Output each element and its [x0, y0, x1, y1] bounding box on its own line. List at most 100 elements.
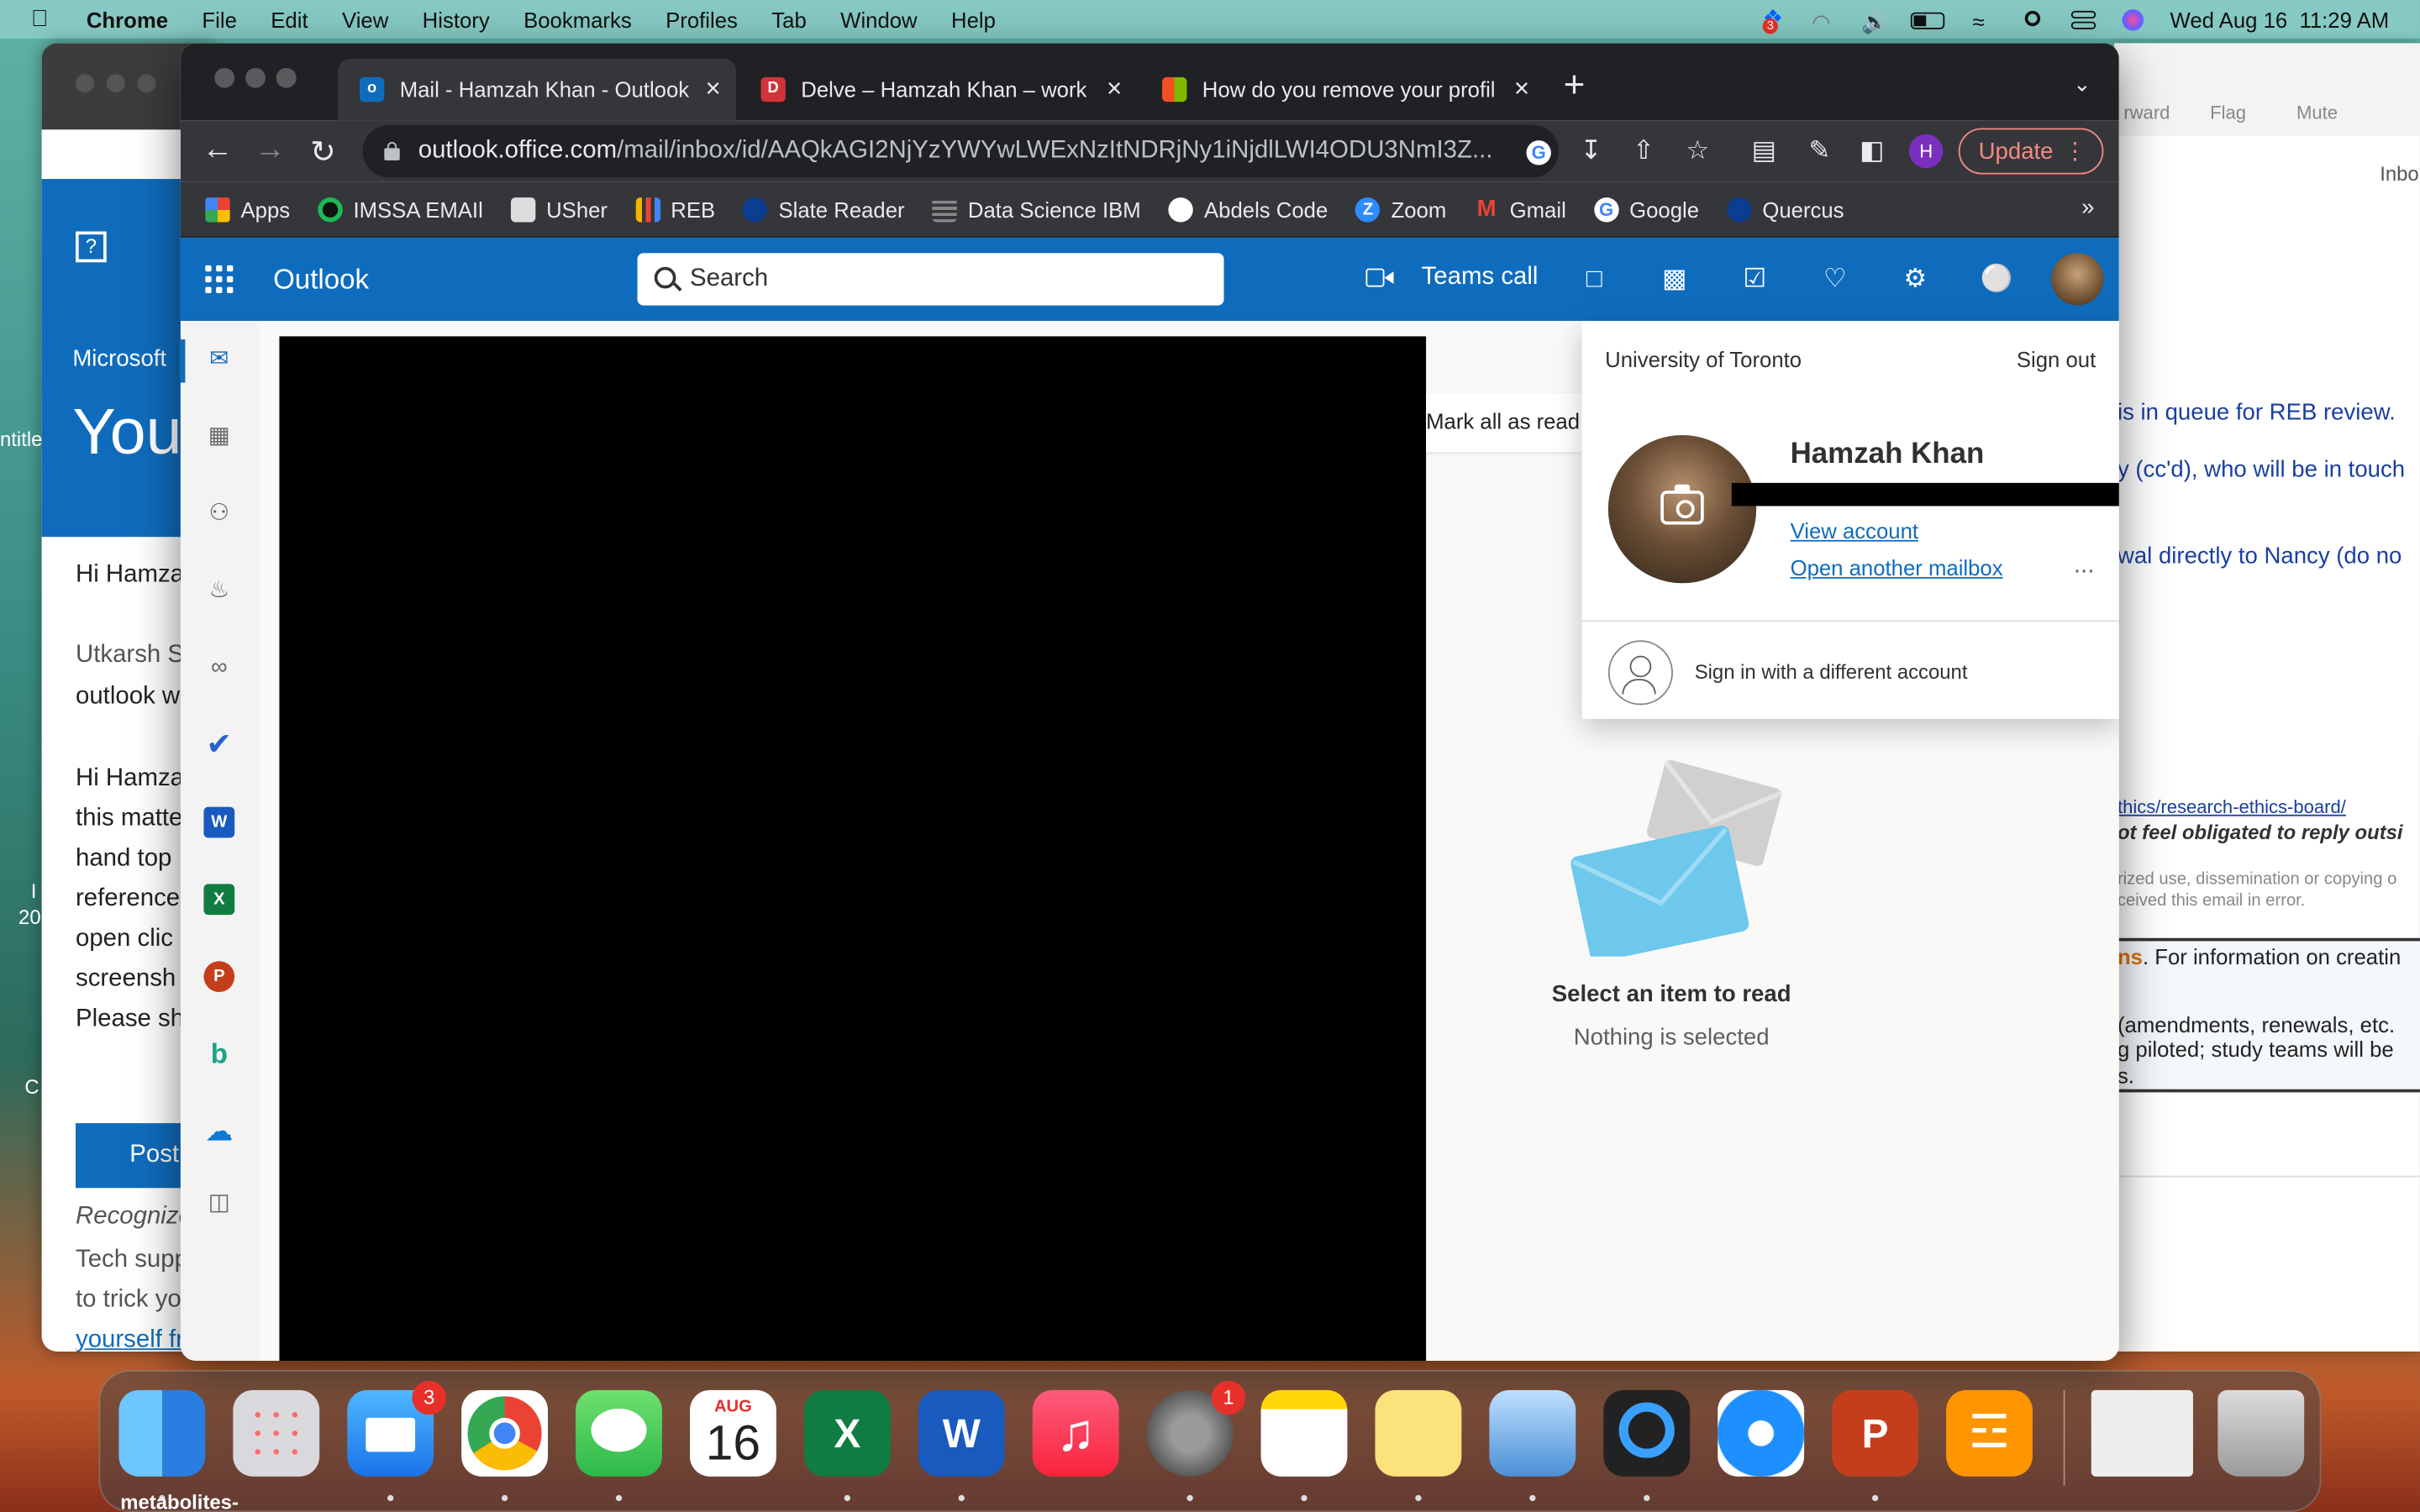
tab-delve[interactable]: D Delve – Hamzah Khan – work × [739, 59, 1138, 120]
menubar-clock[interactable]: Wed Aug 16 11:29 AM [2170, 7, 2390, 31]
bookings-icon[interactable]: b [203, 1038, 234, 1069]
teams-icon[interactable]: ▩ [1659, 264, 1690, 295]
bookmark-quercus[interactable]: Quercus [1727, 197, 1844, 222]
tab-outlook-mail[interactable]: o Mail - Hamzah Khan - Outlook × [338, 58, 737, 121]
launchpad-icon[interactable] [233, 1389, 320, 1477]
new-tab-icon[interactable]: + [1564, 65, 1586, 108]
desktop-label[interactable]: 20 [18, 906, 41, 929]
powerpoint-app-icon[interactable]: P [1832, 1389, 1919, 1477]
todo-check-icon[interactable]: ✔ [203, 730, 234, 761]
tab-search-chevron-icon[interactable]: ⌄ [2073, 71, 2091, 97]
desktop-label[interactable]: I [31, 879, 37, 903]
spotlight-icon[interactable] [2022, 8, 2049, 30]
finder-icon[interactable] [118, 1389, 206, 1477]
volume-icon[interactable]: 🔊 [1861, 8, 1889, 33]
side-panel-icon[interactable]: ◧ [1857, 136, 1888, 167]
dropbox-icon[interactable]: ❖3 [1762, 7, 1791, 34]
calendar-app-icon[interactable]: AUG 16 [690, 1389, 776, 1477]
menu-tab[interactable]: Tab [771, 7, 806, 31]
system-settings-gear-icon[interactable]: 1 [1146, 1380, 1246, 1477]
safari-compass-icon[interactable] [1718, 1389, 1805, 1477]
search-input[interactable]: Search [637, 253, 1224, 306]
more-options-ellipsis-icon[interactable]: ... [2074, 553, 2095, 580]
apple-menu-icon[interactable]:  [31, 6, 55, 31]
app-launcher-waffle-icon[interactable] [205, 265, 234, 293]
music-icon[interactable]: ♫ [1032, 1389, 1119, 1477]
zoom-window-button[interactable] [276, 67, 297, 88]
spreadsheet-window-thumbnail[interactable] [2091, 1389, 2193, 1477]
messages-icon[interactable] [576, 1389, 662, 1477]
chrome-profile-avatar[interactable]: H [1908, 134, 1944, 169]
notifications-bell-icon[interactable]: ♡ [1819, 264, 1850, 295]
chrome-app-icon[interactable] [461, 1389, 549, 1477]
excel-icon[interactable]: X [203, 884, 235, 916]
onedrive-cloud-icon[interactable]: ☁ [203, 1116, 234, 1147]
my-day-icon[interactable]: ☑ [1739, 264, 1770, 295]
mail-icon[interactable]: ✉ [203, 344, 234, 375]
bookmark-reb[interactable]: REB [635, 197, 715, 222]
add-account-person-icon[interactable] [1607, 640, 1673, 706]
bookmark-abdels-code[interactable]: Abdels Code [1168, 197, 1328, 222]
groups-icon[interactable]: ♨ [203, 575, 234, 606]
address-bar[interactable]: outlook.office.com/mail/inbox/id/AAQkAGI… [362, 124, 1560, 178]
menu-window[interactable]: Window [840, 7, 917, 31]
chrome-menu-icon[interactable]: ⋮ [2064, 137, 2087, 165]
close-tab-icon[interactable]: × [1514, 74, 1529, 105]
desktop-label[interactable]: ntitle [0, 428, 42, 451]
sign-out-link[interactable]: Sign out [2017, 347, 2096, 371]
bookmark-gmail[interactable]: M Gmail [1474, 196, 1566, 221]
tab-remove-profile[interactable]: How do you remove your profil × [1140, 59, 1544, 120]
bookmark-star-icon[interactable]: ☆ [1682, 136, 1713, 167]
menu-file[interactable]: File [202, 7, 236, 31]
extensions-puzzle-icon[interactable]: ✎ [1804, 136, 1835, 167]
mute-button[interactable]: Mute [2296, 102, 2338, 123]
mail-app-icon[interactable]: 3 [347, 1380, 446, 1477]
bookmark-slate-reader[interactable]: Slate Reader [743, 197, 905, 222]
stickies-icon[interactable] [1375, 1389, 1462, 1477]
excel-app-icon[interactable]: X [803, 1389, 891, 1477]
wifi-icon[interactable]: ≈ [1972, 8, 2000, 33]
bookmark-usher[interactable]: USher [510, 197, 608, 222]
bookmark-imssa[interactable]: IMSSA EMAIl [318, 197, 483, 222]
sign-in-different-account-link[interactable]: Sign in with a different account [1695, 660, 1968, 684]
desktop-file-label[interactable]: metabolites- [120, 1490, 239, 1512]
people-icon[interactable]: ⚇ [203, 498, 234, 529]
bookmark-zoom[interactable]: Z Zoom [1355, 197, 1446, 222]
yourself-link[interactable]: yourself fr [76, 1327, 184, 1352]
battery-icon[interactable] [1910, 8, 1945, 30]
more-apps-icon[interactable]: ◫ [203, 1188, 234, 1219]
menu-view[interactable]: View [342, 7, 388, 31]
preview-icon[interactable] [1489, 1389, 1576, 1477]
calendar-icon[interactable]: ▦ [203, 421, 234, 452]
close-tab-icon[interactable]: × [705, 74, 720, 105]
bookmark-apps[interactable]: Apps [205, 197, 290, 222]
reb-link[interactable]: thics/research-ethics-board/ [2118, 796, 2346, 818]
bookmarks-overflow-chevron-icon[interactable]: » [2081, 194, 2094, 220]
menu-history[interactable]: History [423, 7, 490, 31]
control-center-icon[interactable] [2070, 8, 2099, 30]
word-icon[interactable]: W [203, 806, 235, 838]
close-window-button[interactable] [214, 67, 235, 88]
word-app-icon[interactable]: W [918, 1389, 1005, 1477]
share-icon[interactable]: ⇧ [1628, 136, 1660, 167]
background-outlook-window[interactable]: rward Flag Mute Inbo is in queue for REB… [2114, 43, 2420, 1352]
view-account-link[interactable]: View account [1791, 518, 1918, 543]
chat-icon[interactable]: □ [1579, 264, 1610, 295]
siri-icon[interactable] [2121, 8, 2149, 30]
close-tab-icon[interactable]: × [1107, 74, 1122, 105]
account-avatar[interactable] [2050, 253, 2104, 306]
update-button[interactable]: Update ⋮ [1958, 128, 2104, 175]
open-another-mailbox-link[interactable]: Open another mailbox [1791, 555, 2003, 580]
camera-icon[interactable] [1660, 484, 1704, 525]
google-lens-icon[interactable]: G [1523, 136, 1555, 167]
bookmark-data-science-ibm[interactable]: Data Science IBM [932, 197, 1141, 222]
menu-app-name[interactable]: Chrome [87, 7, 168, 31]
books-icon[interactable]: ☲ [1946, 1389, 2033, 1477]
reading-list-icon[interactable]: ▤ [1749, 136, 1780, 167]
settings-gear-icon[interactable]: ⚙ [1900, 264, 1931, 295]
back-arrow-icon[interactable]: ← [203, 133, 234, 168]
desktop-label[interactable]: C [24, 1075, 39, 1099]
install-app-icon[interactable]: ↧ [1576, 136, 1607, 167]
menu-profiles[interactable]: Profiles [666, 7, 738, 31]
focus-icon[interactable]: ◠ [1812, 8, 1839, 33]
